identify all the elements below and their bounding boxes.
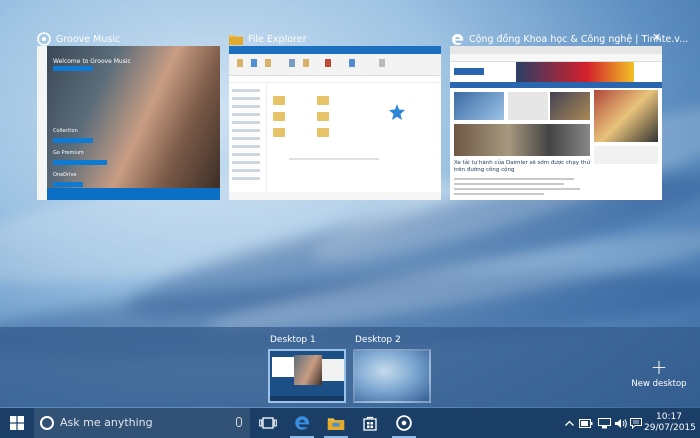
groove-signin-button[interactable] — [53, 66, 93, 71]
desktop-2-thumbnail[interactable] — [353, 349, 431, 403]
explorer-ribbon-tabs — [229, 46, 441, 54]
cortana-icon — [40, 416, 54, 430]
site-banner-ad — [516, 62, 634, 82]
taskbar-groove-music-button[interactable] — [388, 408, 420, 438]
taskbar-edge-button[interactable] — [286, 408, 318, 438]
window-thumbnail[interactable]: Welcome to Groove Music Collection Go Pr… — [37, 46, 220, 200]
explorer-toolbar — [229, 54, 441, 76]
virtual-desktops-bar: Desktop 1 Desktop 2 + New desktop — [0, 327, 700, 407]
close-window-icon[interactable]: ✕ — [652, 31, 661, 44]
groove-sidebar — [37, 46, 47, 200]
explorer-navigation-pane — [229, 83, 267, 192]
site-nav-bar — [450, 82, 662, 88]
task-view-button[interactable] — [252, 408, 284, 438]
folder-item[interactable] — [317, 112, 329, 121]
desktop-1-thumbnail[interactable] — [268, 349, 346, 403]
desktop-1-label: Desktop 1 — [270, 335, 316, 345]
folder-item[interactable] — [317, 128, 329, 137]
new-desktop-label: New desktop — [631, 379, 687, 389]
network-icon[interactable] — [596, 408, 612, 438]
plus-icon: + — [650, 355, 668, 379]
microphone-icon[interactable] — [236, 417, 242, 427]
cortana-search-box[interactable]: Ask me anything — [34, 408, 250, 438]
taskbar: Ask me anything 10:17 29/07/2015 — [0, 408, 700, 438]
folder-icon — [327, 418, 345, 430]
groove-onedrive-button[interactable] — [53, 182, 83, 187]
edge-icon — [295, 416, 310, 430]
clock-time: 10:17 — [656, 412, 682, 422]
start-button[interactable] — [0, 408, 34, 438]
explorer-status-bar — [229, 192, 441, 200]
desktop-2-label: Desktop 2 — [355, 335, 401, 345]
show-hidden-icons-chevron-up-icon[interactable] — [562, 408, 576, 438]
folder-item[interactable] — [273, 112, 285, 121]
volume-icon[interactable] — [612, 408, 628, 438]
groove-onedrive-text: OneDrive — [53, 172, 77, 178]
groove-welcome-text: Welcome to Groove Music — [53, 58, 131, 65]
folder-icon — [229, 32, 243, 46]
battery-icon[interactable] — [578, 408, 594, 438]
groove-collection-text: Collection — [53, 128, 78, 134]
window-thumbnail[interactable]: Xe tải tự hành của Daimler sẽ sớm được c… — [450, 46, 662, 200]
groove-player-bar — [47, 188, 220, 200]
action-center-icon[interactable] — [628, 408, 644, 438]
edge-address-bar — [450, 54, 662, 62]
taskbar-store-button[interactable] — [354, 408, 386, 438]
article-headline[interactable]: Xe tải tự hành của Daimler sẽ sớm được c… — [454, 160, 590, 174]
taskbar-file-explorer-button[interactable] — [320, 408, 352, 438]
new-desktop-button[interactable]: + New desktop — [628, 357, 690, 389]
windows-logo-icon — [10, 416, 24, 430]
groove-music-icon — [396, 415, 412, 431]
edge-icon — [450, 32, 464, 46]
store-icon — [363, 416, 377, 431]
groove-premium-button[interactable] — [53, 160, 107, 165]
edge-tab-bar — [450, 46, 662, 54]
window-title: File Explorer — [248, 33, 307, 45]
clock-date: 29/07/2015 — [644, 423, 696, 433]
groove-collection-button[interactable] — [53, 138, 93, 143]
window-title: Groove Music — [56, 33, 121, 45]
groove-music-icon — [37, 32, 51, 46]
window-thumbnail[interactable] — [229, 46, 441, 200]
folder-item[interactable] — [273, 96, 285, 105]
cursor-star-icon — [389, 104, 405, 120]
folder-item[interactable] — [317, 96, 329, 105]
folder-item[interactable] — [273, 128, 285, 137]
task-view-icon — [259, 417, 277, 429]
search-placeholder: Ask me anything — [60, 416, 153, 429]
taskbar-clock[interactable]: 10:17 29/07/2015 — [644, 412, 696, 434]
explorer-address-bar — [229, 76, 441, 83]
groove-premium-text: Go Premium — [53, 150, 84, 156]
